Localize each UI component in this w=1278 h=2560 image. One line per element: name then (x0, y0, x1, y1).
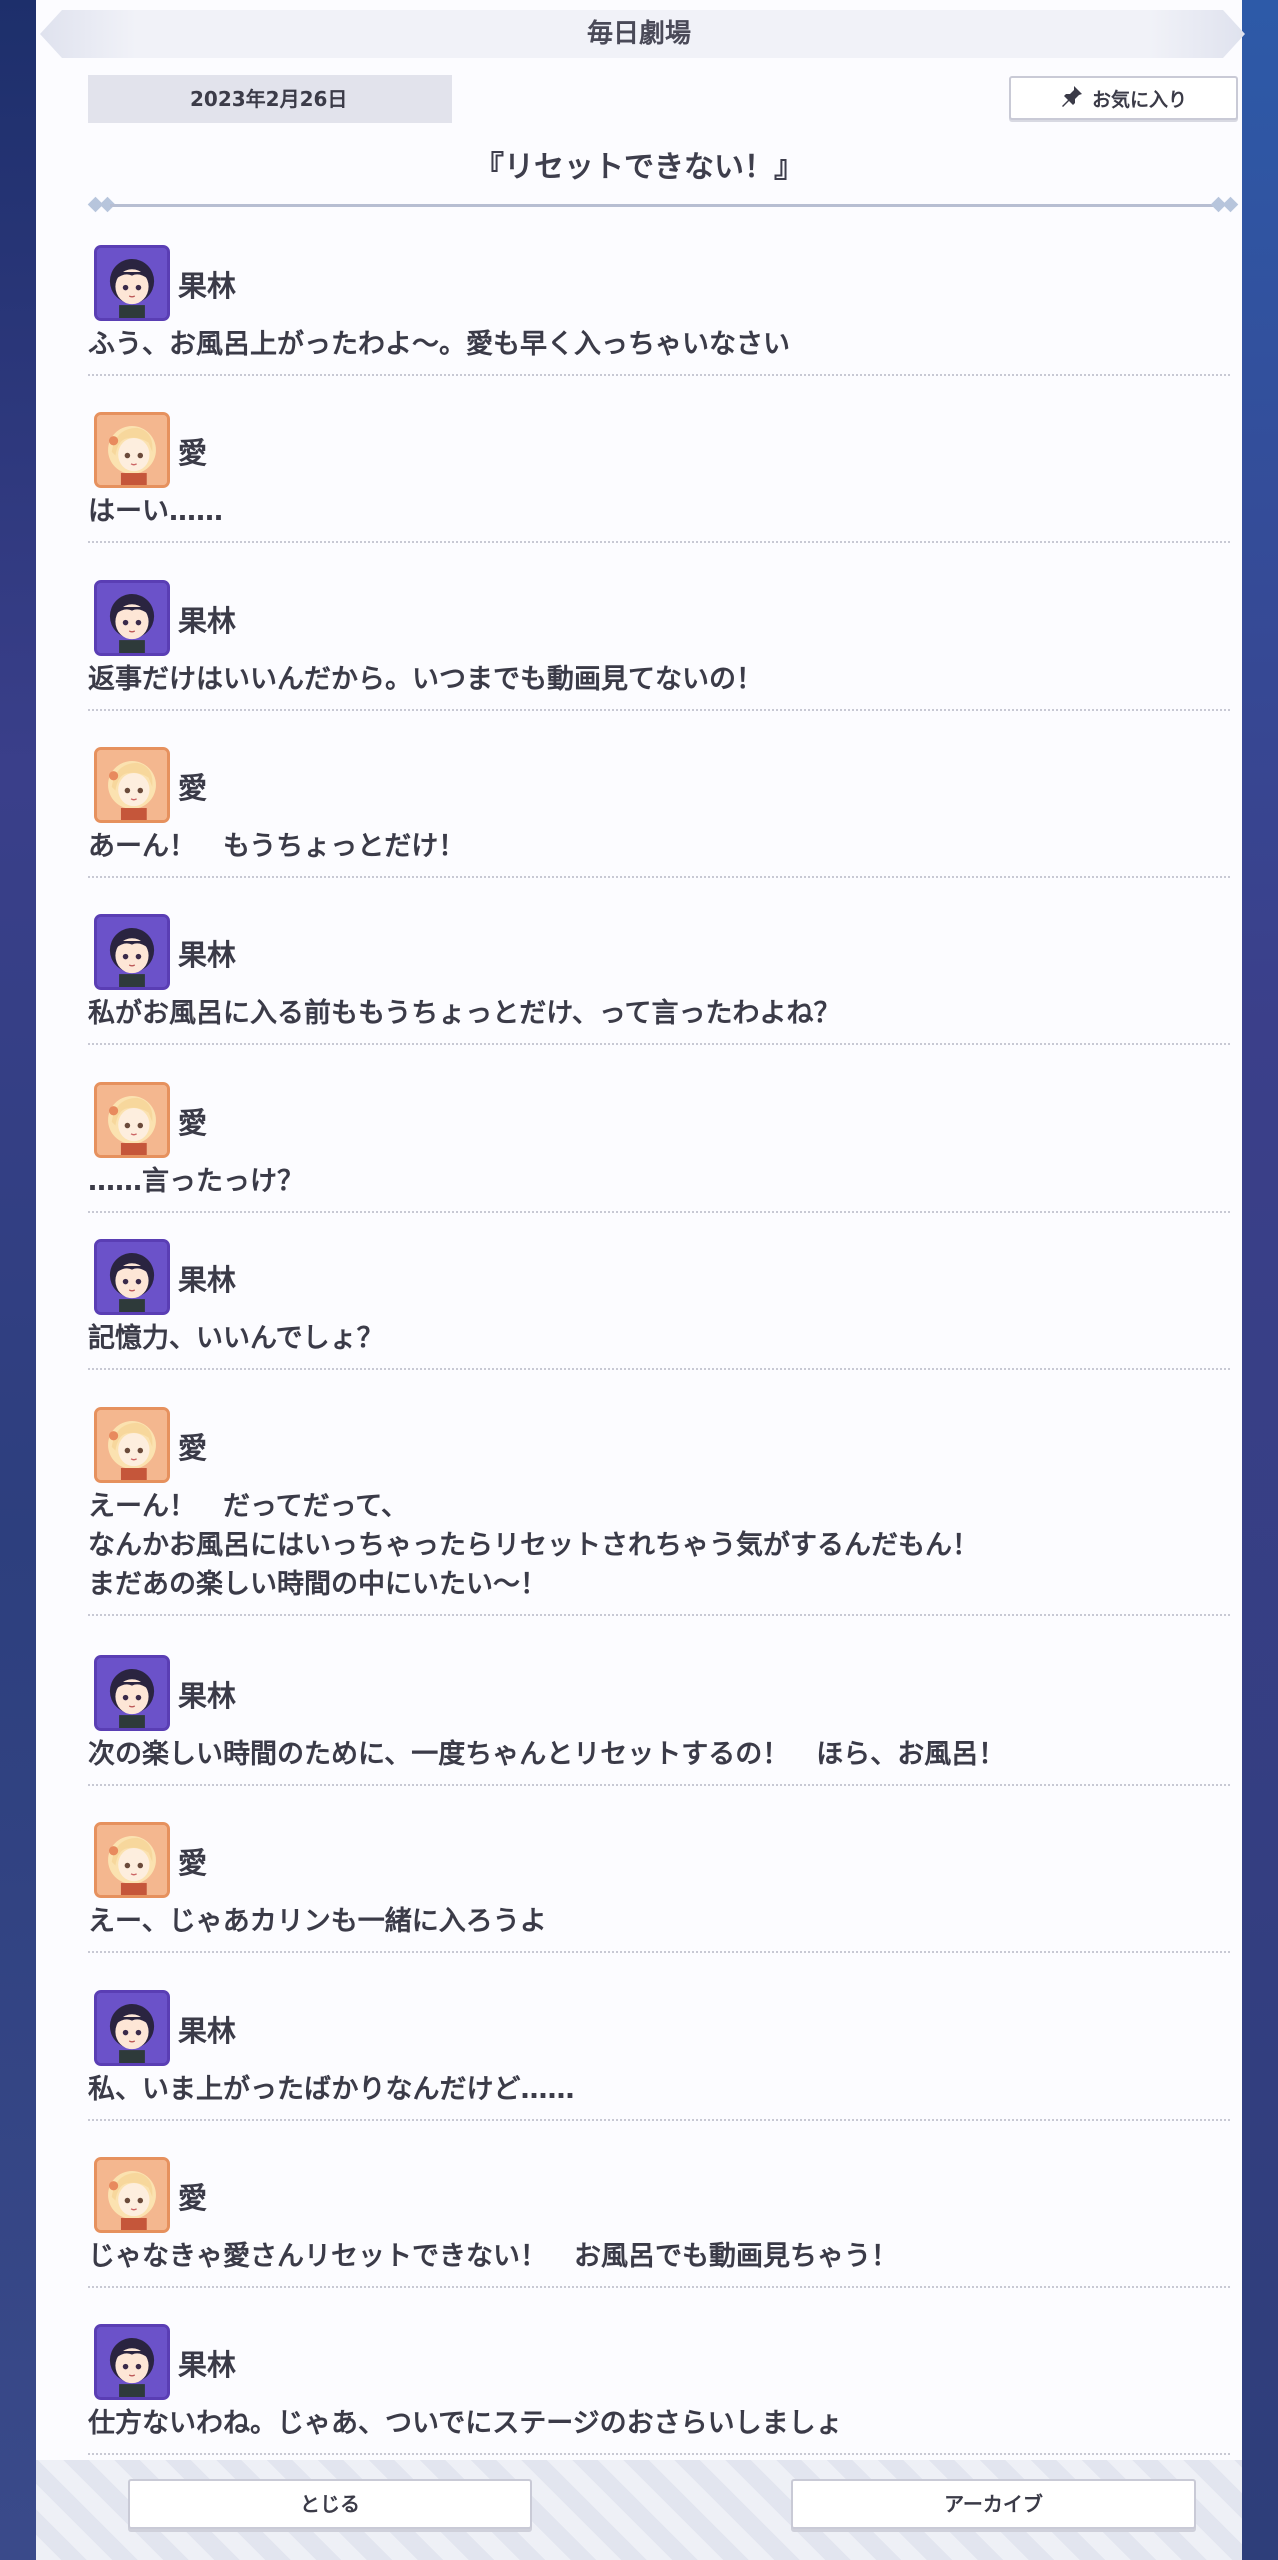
archive-button[interactable]: アーカイブ (791, 2479, 1196, 2529)
ai-avatar (94, 1082, 170, 1158)
dialogue-line: えーん！ だってだって、 (88, 1491, 408, 1522)
dialogue-line: はーい…… (88, 496, 223, 527)
ai-avatar (94, 2157, 170, 2233)
dialogue-line: ふう、お風呂上がったわよ〜。愛も早く入っちゃいなさい (88, 329, 790, 360)
dialogue-entry: 果林返事だけはいいんだから。いつまでも動画見てないの！ (88, 580, 1230, 711)
dialogue-entry: 愛あーん！ もうちょっとだけ！ (88, 747, 1230, 878)
dialogue-line: 私、いま上がったばかりなんだけど…… (88, 2074, 575, 2105)
dialogue-line: えー、じゃあカリンも一緒に入ろうよ (88, 1906, 547, 1937)
dialogue-line: なんかお風呂にはいっちゃったらリセットされちゃう気がするんだもん！ (88, 1530, 979, 1561)
karin-avatar (94, 580, 170, 656)
dialogue-entry: 愛えー、じゃあカリンも一緒に入ろうよ (88, 1822, 1230, 1953)
dialogue-entry: 果林ふう、お風呂上がったわよ〜。愛も早く入っちゃいなさい (88, 245, 1230, 376)
speaker-name: 愛 (178, 436, 208, 470)
speaker-name: 果林 (178, 2014, 237, 2048)
dialogue-separator (88, 1211, 1230, 1213)
date-label: 2023年2月26日 (88, 75, 452, 123)
speaker-row: 果林 (88, 1990, 1230, 2070)
speaker-row: 愛 (88, 1407, 1230, 1487)
dialogue-separator (88, 2453, 1230, 2455)
dialogue-entry: 果林私、いま上がったばかりなんだけど…… (88, 1990, 1230, 2121)
background-left (0, 0, 40, 2560)
favorite-label: お気に入り (1091, 88, 1187, 111)
dialogue-line: じゃなきゃ愛さんリセットできない！ お風呂でも動画見ちゃう！ (88, 2241, 898, 2272)
page-title: 毎日劇場 (586, 19, 691, 49)
dialogue-line: あーん！ もうちょっとだけ！ (88, 831, 466, 862)
speaker-name: 果林 (178, 1263, 237, 1297)
speaker-name: 果林 (178, 2348, 237, 2382)
dialogue-separator (88, 1614, 1230, 1616)
ai-avatar (94, 1822, 170, 1898)
speaker-row: 果林 (88, 1239, 1230, 1319)
dialogue-separator (88, 2286, 1230, 2288)
dialogue-entry: 果林私がお風呂に入る前ももうちょっとだけ、って言ったわよね？ (88, 914, 1230, 1045)
dialogue-line: 私がお風呂に入る前ももうちょっとだけ、って言ったわよね？ (88, 998, 841, 1029)
dialogue-line: 仕方ないわね。じゃあ、ついでにステージのおさらいしましょ (88, 2408, 843, 2439)
dialogue-line: 記憶力、いいんでしょ？ (88, 1323, 384, 1354)
speaker-row: 愛 (88, 2157, 1230, 2237)
dialogue-separator (88, 709, 1230, 711)
speaker-name: 果林 (178, 1679, 237, 1713)
speaker-row: 果林 (88, 580, 1230, 660)
speaker-row: 果林 (88, 1655, 1230, 1735)
dialogue-line: 次の楽しい時間のために、一度ちゃんとリセットするの！ ほら、お風呂！ (88, 1739, 1006, 1770)
speaker-name: 果林 (178, 269, 237, 303)
dialogue-separator (88, 1784, 1230, 1786)
speaker-name: 愛 (178, 1846, 208, 1880)
title-divider (87, 195, 1239, 215)
speaker-row: 愛 (88, 747, 1230, 827)
dialogue-separator (88, 876, 1230, 878)
karin-avatar (94, 1239, 170, 1315)
speaker-row: 果林 (88, 2324, 1230, 2404)
dialogue-separator (88, 1368, 1230, 1370)
dialogue-entry: 果林記憶力、いいんでしょ？ (88, 1239, 1230, 1370)
speaker-row: 果林 (88, 245, 1230, 325)
ai-avatar (94, 1407, 170, 1483)
story-title: 『リセットできない！』 (474, 150, 804, 185)
dialogue-separator (88, 2119, 1230, 2121)
speaker-name: 果林 (178, 604, 237, 638)
speaker-name: 果林 (178, 938, 237, 972)
dialogue-line: 返事だけはいいんだから。いつまでも動画見てないの！ (88, 664, 763, 695)
favorite-button[interactable]: お気に入り (1009, 76, 1238, 120)
dialogue-entry: 愛えーん！ だってだって、なんかお風呂にはいっちゃったらリセットされちゃう気がす… (88, 1407, 1230, 1616)
speaker-name: 愛 (178, 1106, 208, 1140)
background-right (1242, 0, 1278, 2560)
karin-avatar (94, 245, 170, 321)
ai-avatar (94, 747, 170, 823)
dialogue-line: まだあの楽しい時間の中にいたい〜！ (88, 1569, 547, 1600)
dialogue-separator (88, 1951, 1230, 1953)
dialogue-separator (88, 374, 1230, 376)
pin-icon (1060, 84, 1084, 113)
dialogue-separator (88, 541, 1230, 543)
karin-avatar (94, 1655, 170, 1731)
close-button[interactable]: とじる (128, 2479, 532, 2529)
speaker-row: 愛 (88, 412, 1230, 492)
dialogue-entry: 果林次の楽しい時間のために、一度ちゃんとリセットするの！ ほら、お風呂！ (88, 1655, 1230, 1786)
dialogue-line: ……言ったっけ？ (88, 1166, 304, 1197)
speaker-name: 愛 (178, 1431, 208, 1465)
karin-avatar (94, 914, 170, 990)
karin-avatar (94, 2324, 170, 2400)
dialogue-entry: 果林仕方ないわね。じゃあ、ついでにステージのおさらいしましょ (88, 2324, 1230, 2455)
speaker-row: 愛 (88, 1082, 1230, 1162)
ai-avatar (94, 412, 170, 488)
dialogue-entry: 愛はーい…… (88, 412, 1230, 543)
speaker-name: 愛 (178, 771, 208, 805)
dialogue-entry: 愛 ……言ったっけ？ (88, 1082, 1230, 1213)
karin-avatar (94, 1990, 170, 2066)
dialogue-entry: 愛じゃなきゃ愛さんリセットできない！ お風呂でも動画見ちゃう！ (88, 2157, 1230, 2288)
dialogue-separator (88, 1043, 1230, 1045)
speaker-row: 愛 (88, 1822, 1230, 1902)
speaker-name: 愛 (178, 2181, 208, 2215)
speaker-row: 果林 (88, 914, 1230, 994)
